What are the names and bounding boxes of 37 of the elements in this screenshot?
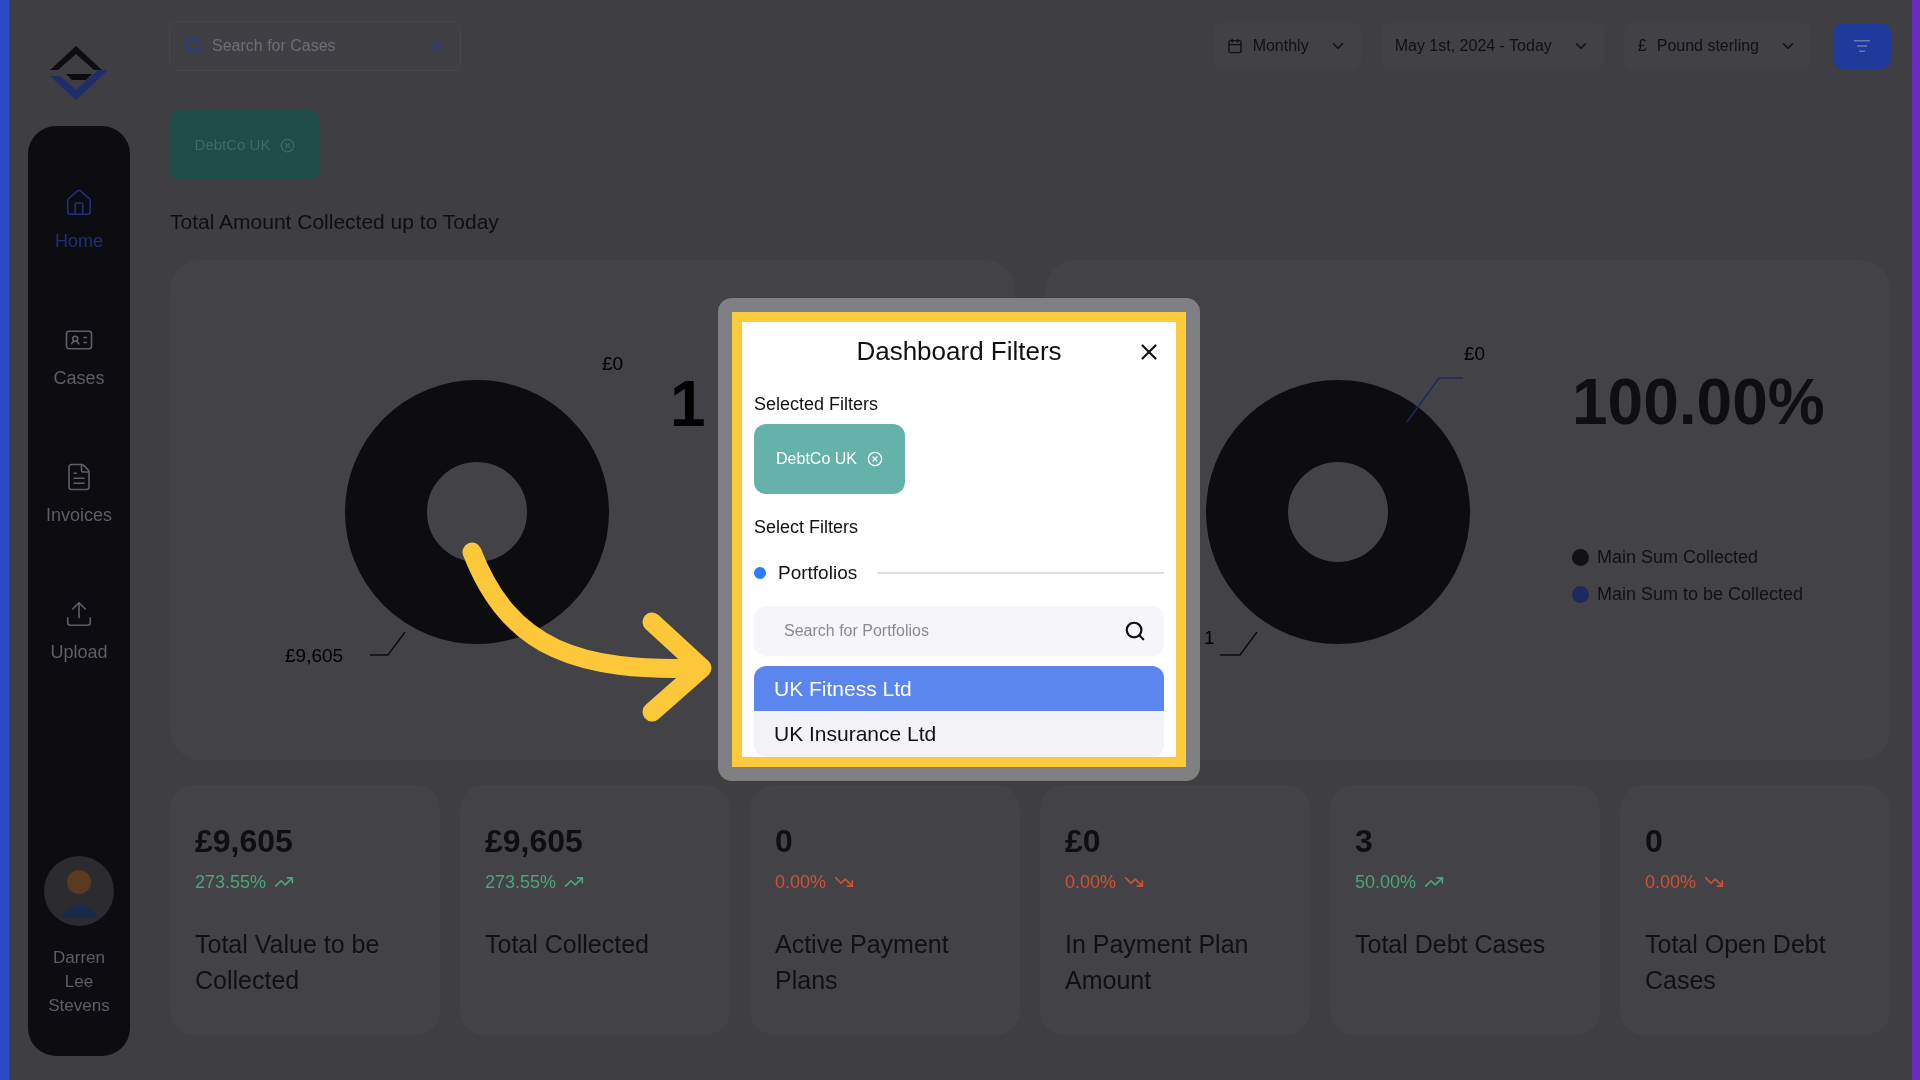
slice-label: £0 xyxy=(602,352,624,374)
slice-label: £0 xyxy=(1464,342,1486,366)
stat-change: 0.00% xyxy=(775,870,827,894)
filter-icon xyxy=(1853,37,1871,55)
calendar-icon xyxy=(1226,38,1243,54)
remove-icon[interactable] xyxy=(280,137,296,153)
nav-item[interactable]: Invoices xyxy=(45,462,112,529)
slice-label: 1 xyxy=(1204,626,1215,650)
stat-change: 0.00% xyxy=(1645,870,1697,894)
stat-change: 50.00% xyxy=(1355,870,1417,894)
slice-label: £9,605 xyxy=(285,644,344,666)
bullet-icon xyxy=(754,567,766,580)
search-icon xyxy=(1124,619,1146,642)
leader-line xyxy=(1406,376,1464,423)
portfolio-search-field[interactable]: Search for Portfolios xyxy=(754,605,1164,656)
portfolio-option[interactable]: UK Insurance Ltd xyxy=(754,711,1164,757)
search-icon xyxy=(184,36,204,56)
upload-icon xyxy=(64,599,94,629)
leader-line xyxy=(369,630,406,656)
stat-change: 273.55% xyxy=(485,870,557,894)
dialog-title: Dashboard Filters xyxy=(856,335,1062,368)
nav-item[interactable]: Upload xyxy=(50,599,108,666)
stat-change: 273.55% xyxy=(195,870,267,894)
nav-item[interactable]: Cases xyxy=(53,325,105,392)
stat-change: 0.00% xyxy=(1065,870,1117,894)
user-name: Darren Lee Stevens xyxy=(47,947,111,1017)
section-label: Selected Filters xyxy=(754,393,880,416)
leader-line xyxy=(1219,630,1258,656)
headline-value: 1 xyxy=(670,371,706,436)
group-label: Portfolios xyxy=(778,561,858,585)
portfolio-option[interactable]: UK Fitness Ltd xyxy=(754,665,1164,712)
section-label: Select Filters xyxy=(754,516,860,539)
avatar xyxy=(44,856,114,926)
house-icon xyxy=(64,188,94,218)
filter-chip[interactable]: DebtCo UK xyxy=(754,424,905,494)
nav-item[interactable]: Home xyxy=(55,188,103,255)
filter-button[interactable] xyxy=(1833,23,1891,69)
